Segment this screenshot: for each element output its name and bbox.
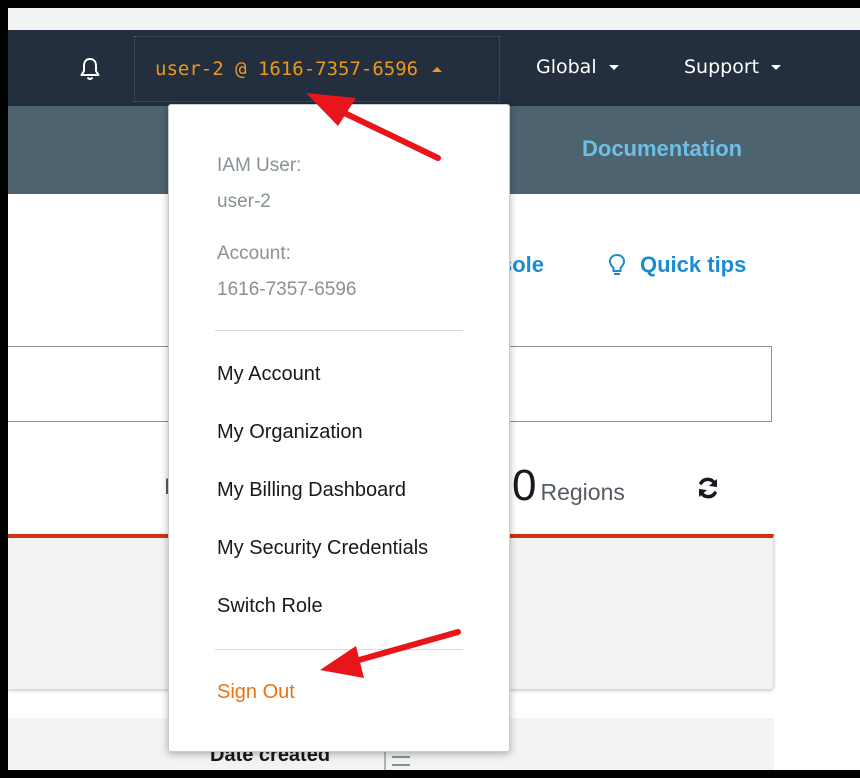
regions-summary: 0 Regions [512,464,625,508]
caret-up-icon [432,66,443,72]
iam-user-label: IAM User: [217,155,302,176]
chevron-down-icon [608,64,619,70]
menu-divider [215,330,463,331]
my-organization-menu-item[interactable]: My Organization [217,421,363,444]
lightbulb-icon [608,253,626,277]
account-label: Account: [217,243,291,264]
region-menu-label: Global [536,56,597,78]
region-menu-button[interactable]: Global [536,56,619,78]
support-menu-button[interactable]: Support [684,56,782,78]
refresh-icon[interactable] [694,474,722,502]
screenshot-frame: user-2 @ 1616-7357-6596 Global Support D… [0,0,860,778]
support-menu-label: Support [684,56,760,78]
iam-user-value: user-2 [217,191,271,212]
documentation-link[interactable]: Documentation [582,136,742,162]
account-dropdown-menu: IAM User: user-2 Account: 1616-7357-6596… [168,104,510,752]
regions-count: 0 [512,461,537,510]
account-id-value: 1616-7357-6596 [217,279,357,300]
menu-divider [215,649,463,650]
quick-tips-label: Quick tips [640,252,747,277]
my-billing-dashboard-menu-item[interactable]: My Billing Dashboard [217,479,406,502]
chevron-down-icon [771,64,782,70]
account-menu-button[interactable]: user-2 @ 1616-7357-6596 [134,36,500,102]
bell-icon[interactable] [78,56,102,82]
browser-strip [8,8,860,30]
my-security-credentials-menu-item[interactable]: My Security Credentials [217,537,428,560]
top-navigation-bar: user-2 @ 1616-7357-6596 Global Support [8,30,860,106]
my-account-menu-item[interactable]: My Account [217,363,320,386]
sign-out-menu-item[interactable]: Sign Out [217,681,295,704]
quick-tips-link[interactable]: Quick tips [608,252,746,278]
account-menu-label: user-2 @ 1616-7357-6596 [155,58,419,80]
switch-role-menu-item[interactable]: Switch Role [217,595,323,618]
regions-label: Regions [540,479,625,505]
